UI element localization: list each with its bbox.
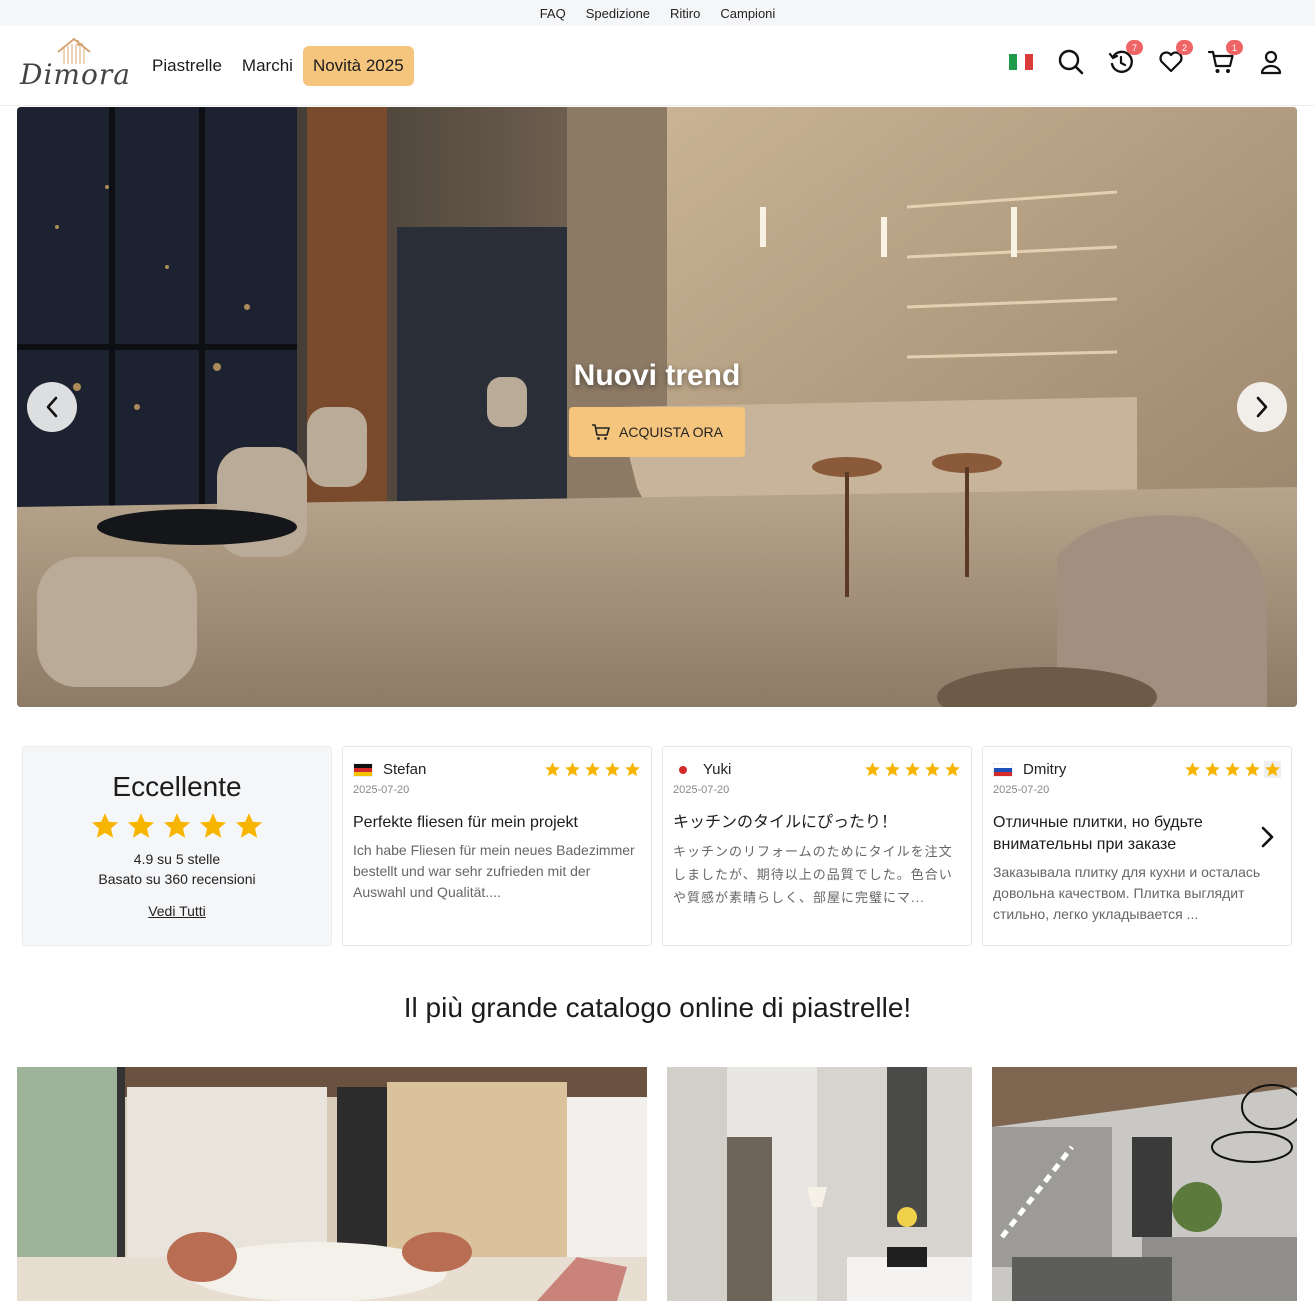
- hero-banner: Nuovi trend ACQUISTA ORA: [17, 107, 1297, 707]
- summary-stars: [23, 811, 331, 841]
- star-icon: [925, 762, 940, 777]
- star-icon: [200, 813, 226, 838]
- japan-flag-icon: [673, 762, 693, 777]
- shop-now-button[interactable]: ACQUISTA ORA: [569, 407, 745, 457]
- chevron-right-icon: [1256, 396, 1268, 418]
- star-icon: [1245, 762, 1260, 777]
- topbar-link-ritiro[interactable]: Ritiro: [670, 6, 700, 21]
- review-title: キッチンのタイルにぴったり！: [673, 814, 898, 831]
- star-icon: [625, 762, 640, 777]
- review-card: Dmitry 2025-07-20 Отличные плитки, но бу…: [982, 746, 1292, 946]
- bathroom-photo: [667, 1067, 972, 1301]
- topbar-link-campioni[interactable]: Campioni: [720, 6, 775, 21]
- account-button[interactable]: [1257, 48, 1285, 76]
- hero-next-button[interactable]: [1237, 382, 1287, 432]
- star-icon: [885, 762, 900, 777]
- review-body: Заказывала плитку для кухни и осталась д…: [993, 864, 1261, 922]
- hero-prev-button[interactable]: [27, 382, 77, 432]
- top-utility-bar: FAQ Spedizione Ritiro Campioni: [0, 0, 1315, 26]
- review-card: Yuki 2025-07-20 キッチンのタイルにぴったり！ キッチンのリフォー…: [662, 746, 972, 946]
- wishlist-badge: 2: [1176, 40, 1193, 55]
- reviews-summary: Eccellente 4.9 su 5 stelle Basato su 360…: [22, 746, 332, 946]
- review-stars: [544, 761, 641, 778]
- language-selector[interactable]: [1007, 48, 1035, 76]
- germany-flag-icon: [353, 762, 373, 777]
- topbar-link-spedizione[interactable]: Spedizione: [586, 6, 650, 21]
- category-image-living-room[interactable]: [17, 1067, 647, 1301]
- site-header: Dimora Piastrelle Marchi Novità 2025 7 2…: [0, 26, 1315, 106]
- review-stars: [864, 761, 961, 778]
- category-image-bathroom[interactable]: [667, 1067, 972, 1301]
- star-icon: [585, 762, 600, 777]
- search-button[interactable]: [1057, 48, 1085, 76]
- rating-count: Basato su 360 recensioni: [98, 871, 256, 887]
- chevron-left-icon: [46, 396, 58, 418]
- star-icon: [545, 762, 560, 777]
- history-button[interactable]: 7: [1107, 40, 1143, 76]
- view-all-reviews-link[interactable]: Vedi Tutti: [148, 903, 206, 919]
- nav-item-marchi[interactable]: Marchi: [232, 46, 303, 86]
- topbar-link-faq[interactable]: FAQ: [540, 6, 566, 21]
- reviewer-name: Yuki: [703, 761, 732, 778]
- category-image-kitchen[interactable]: [992, 1067, 1297, 1301]
- rating-label: Eccellente: [112, 771, 242, 802]
- review-date: 2025-07-20: [353, 784, 410, 796]
- main-nav: Piastrelle Marchi Novità 2025: [150, 46, 414, 86]
- review-title: Perfekte fliesen für mein projekt: [353, 814, 578, 831]
- shop-now-label: ACQUISTA ORA: [619, 424, 723, 440]
- reviews-section: Eccellente 4.9 su 5 stelle Basato su 360…: [22, 746, 1294, 948]
- review-date: 2025-07-20: [673, 784, 730, 796]
- half-star-icon: [1264, 761, 1281, 778]
- star-icon: [605, 762, 620, 777]
- star-icon: [865, 762, 880, 777]
- nav-item-piastrelle[interactable]: Piastrelle: [150, 46, 232, 86]
- cart-icon: [592, 424, 610, 440]
- search-icon: [1058, 49, 1084, 75]
- italy-flag-icon: [1009, 54, 1033, 70]
- star-icon: [905, 762, 920, 777]
- review-card: Stefan 2025-07-20 Perfekte fliesen für m…: [342, 746, 652, 946]
- review-body: キッチンのリフォームのためにタイルを注文しましたが、期待以上の品質でした。色合い…: [673, 844, 953, 905]
- star-icon: [128, 813, 154, 838]
- star-icon: [236, 813, 262, 838]
- star-icon: [565, 762, 580, 777]
- review-title: Отличные плитки, но будьте внимательны п…: [993, 814, 1203, 853]
- hero-title: Nuovi trend: [573, 359, 741, 392]
- cart-button[interactable]: 1: [1207, 40, 1243, 76]
- kitchen-photo: [992, 1067, 1297, 1301]
- russia-flag-icon: [993, 762, 1013, 777]
- reviewer-name: Dmitry: [1023, 761, 1067, 778]
- star-icon: [164, 813, 190, 838]
- star-icon: [1185, 762, 1200, 777]
- rating-score: 4.9 su 5 stelle: [133, 851, 221, 867]
- logo-text: Dimora: [20, 58, 131, 91]
- cart-badge: 1: [1226, 40, 1243, 55]
- header-actions: 7 2 1: [1007, 40, 1285, 76]
- user-icon: [1260, 50, 1282, 75]
- reviewer-name: Stefan: [383, 761, 427, 778]
- review-body: Ich habe Fliesen für mein neues Badezimm…: [353, 842, 635, 900]
- review-stars: [1184, 761, 1281, 778]
- catalog-heading: Il più grande catalogo online di piastre…: [403, 992, 912, 1023]
- star-icon: [1225, 762, 1240, 777]
- star-icon: [945, 762, 960, 777]
- history-badge: 7: [1126, 40, 1143, 55]
- site-logo[interactable]: Dimora: [18, 36, 130, 96]
- star-icon: [92, 813, 118, 838]
- wishlist-button[interactable]: 2: [1157, 40, 1193, 76]
- nav-item-novita-2025[interactable]: Novità 2025: [302, 46, 414, 86]
- review-date: 2025-07-20: [993, 784, 1050, 796]
- star-icon: [1205, 762, 1220, 777]
- reviews-next-arrow[interactable]: [1257, 825, 1277, 849]
- living-room-photo: [17, 1067, 647, 1301]
